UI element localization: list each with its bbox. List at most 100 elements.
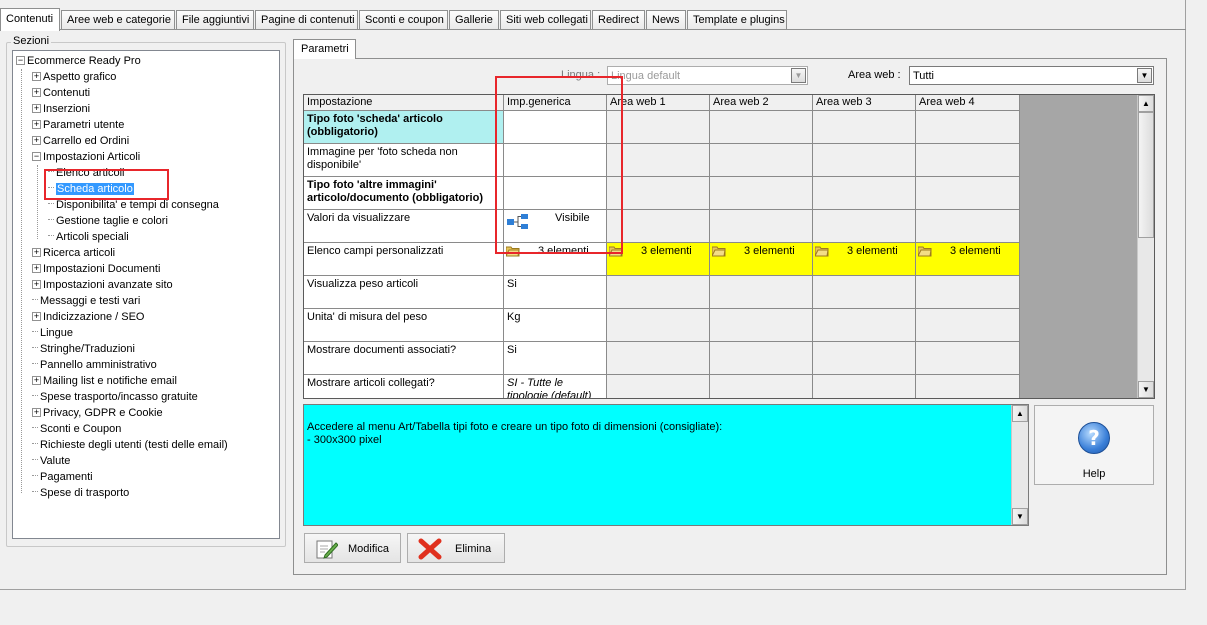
scroll-up-icon[interactable]: ▲ bbox=[1012, 405, 1028, 422]
column-header-impostazione[interactable]: Impostazione bbox=[304, 95, 504, 111]
grid-cell-area[interactable] bbox=[607, 375, 710, 398]
scroll-down-icon[interactable]: ▼ bbox=[1138, 381, 1154, 398]
expand-icon[interactable]: + bbox=[32, 264, 41, 273]
grid-cell-area[interactable] bbox=[916, 210, 1020, 243]
grid-row-name[interactable]: Mostrare documenti associati? bbox=[304, 342, 504, 375]
expand-icon[interactable]: + bbox=[32, 88, 41, 97]
tree-node-spese-trasporto[interactable]: Spese di trasporto bbox=[32, 486, 129, 502]
tree-node-ricerca-articoli[interactable]: + Ricerca articoli bbox=[32, 246, 115, 262]
tab-aree-web-e-categorie[interactable]: Aree web e categorie bbox=[61, 10, 175, 30]
grid-cell-area[interactable] bbox=[813, 375, 916, 398]
grid-cell-area[interactable]: 3 elementi bbox=[710, 243, 813, 276]
grid-cell-area[interactable]: 3 elementi bbox=[916, 243, 1020, 276]
tree-node-disponibilita[interactable]: Disponibilita' e tempi di consegna bbox=[48, 198, 219, 214]
tree-node-aspetto-grafico[interactable]: + Aspetto grafico bbox=[32, 70, 116, 86]
grid-row-name[interactable]: Valori da visualizzare bbox=[304, 210, 504, 243]
tab-siti-web-collegati[interactable]: Siti web collegati bbox=[500, 10, 591, 30]
tree-node-spese-gratuite[interactable]: Spese trasporto/incasso gratuite bbox=[32, 390, 198, 406]
expand-icon[interactable]: + bbox=[32, 376, 41, 385]
tree-node-pagamenti[interactable]: Pagamenti bbox=[32, 470, 93, 486]
grid-cell-area[interactable] bbox=[710, 177, 813, 210]
grid-cell-area[interactable] bbox=[710, 375, 813, 398]
grid-cell-area[interactable] bbox=[710, 144, 813, 177]
tree-node-articoli-speciali[interactable]: Articoli speciali bbox=[48, 230, 129, 246]
column-header-area-web-4[interactable]: Area web 4 bbox=[916, 95, 1020, 111]
grid-row-name[interactable]: Tipo foto 'altre immagini' articolo/docu… bbox=[304, 177, 504, 210]
sections-tree[interactable]: − Ecommerce Ready Pro + Aspetto grafico + C… bbox=[12, 50, 280, 539]
tree-node-impostazioni-avanzate[interactable]: + Impostazioni avanzate sito bbox=[32, 278, 173, 294]
grid-cell-area[interactable] bbox=[916, 309, 1020, 342]
tree-node-pannello[interactable]: Pannello amministrativo bbox=[32, 358, 157, 374]
tab-sconti-e-coupon[interactable]: Sconti e coupon bbox=[359, 10, 448, 30]
expand-icon[interactable]: + bbox=[32, 312, 41, 321]
tab-file-aggiuntivi[interactable]: File aggiuntivi bbox=[176, 10, 254, 30]
grid-cell-area[interactable] bbox=[607, 309, 710, 342]
chevron-down-icon[interactable]: ▼ bbox=[791, 68, 806, 83]
modifica-button[interactable]: Modifica bbox=[304, 533, 401, 563]
grid-row-name[interactable]: Visualizza peso articoli bbox=[304, 276, 504, 309]
grid-row-name[interactable]: Immagine per 'foto scheda non disponibil… bbox=[304, 144, 504, 177]
info-scrollbar[interactable]: ▲ ▼ bbox=[1011, 405, 1028, 525]
expand-icon[interactable]: + bbox=[32, 120, 41, 129]
lingua-select[interactable]: Lingua default ▼ bbox=[607, 66, 808, 85]
scroll-down-icon[interactable]: ▼ bbox=[1012, 508, 1028, 525]
tree-node-parametri-utente[interactable]: + Parametri utente bbox=[32, 118, 124, 134]
info-textbox[interactable]: Accedere al menu Art/Tabella tipi foto e… bbox=[303, 404, 1029, 526]
collapse-icon[interactable]: − bbox=[16, 56, 25, 65]
tree-node-privacy[interactable]: + Privacy, GDPR e Cookie bbox=[32, 406, 163, 422]
tree-node-lingue[interactable]: Lingue bbox=[32, 326, 73, 342]
tab-parametri[interactable]: Parametri bbox=[293, 39, 356, 59]
grid-cell-area[interactable] bbox=[710, 210, 813, 243]
expand-icon[interactable]: + bbox=[32, 104, 41, 113]
expand-icon[interactable]: + bbox=[32, 136, 41, 145]
expand-icon[interactable]: + bbox=[32, 248, 41, 257]
scroll-up-icon[interactable]: ▲ bbox=[1138, 95, 1154, 112]
grid-cell-generic[interactable]: SI - Tutte le tipologie (default) bbox=[504, 375, 607, 398]
column-header-area-web-3[interactable]: Area web 3 bbox=[813, 95, 916, 111]
grid-cell-area[interactable] bbox=[813, 111, 916, 144]
grid-cell-area[interactable]: 3 elementi bbox=[813, 243, 916, 276]
tree-node-impostazioni-articoli[interactable]: − Impostazioni Articoli bbox=[32, 150, 140, 166]
tree-node-messaggi[interactable]: Messaggi e testi vari bbox=[32, 294, 140, 310]
tree-node-indicizzazione[interactable]: + Indicizzazione / SEO bbox=[32, 310, 145, 326]
tab-template-e-plugins[interactable]: Template e plugins bbox=[687, 10, 787, 30]
tree-node-sconti-coupon[interactable]: Sconti e Coupon bbox=[32, 422, 121, 438]
grid-cell-area[interactable] bbox=[813, 177, 916, 210]
elimina-button[interactable]: Elimina bbox=[407, 533, 505, 563]
grid-row-name[interactable]: Mostrare articoli collegati? bbox=[304, 375, 504, 398]
grid-cell-area[interactable] bbox=[813, 210, 916, 243]
tree-node-gestione-taglie[interactable]: Gestione taglie e colori bbox=[48, 214, 168, 230]
tab-redirect[interactable]: Redirect bbox=[592, 10, 645, 30]
tab-news[interactable]: News bbox=[646, 10, 686, 30]
tree-node-mailing-list[interactable]: + Mailing list e notifiche email bbox=[32, 374, 177, 390]
help-button[interactable]: ? Help bbox=[1034, 405, 1154, 485]
grid-cell-area[interactable] bbox=[710, 111, 813, 144]
grid-cell-area[interactable] bbox=[607, 276, 710, 309]
grid-row-name[interactable]: Tipo foto 'scheda' articolo (obbligatori… bbox=[304, 111, 504, 144]
chevron-down-icon[interactable]: ▼ bbox=[1137, 68, 1152, 83]
grid-cell-generic[interactable]: Kg bbox=[504, 309, 607, 342]
grid-cell-area[interactable] bbox=[916, 375, 1020, 398]
area-web-select[interactable]: Tutti ▼ bbox=[909, 66, 1154, 85]
grid-cell-area[interactable] bbox=[916, 177, 1020, 210]
column-header-area-web-2[interactable]: Area web 2 bbox=[710, 95, 813, 111]
grid-cell-generic[interactable]: Si bbox=[504, 276, 607, 309]
expand-icon[interactable]: + bbox=[32, 72, 41, 81]
grid-cell-generic[interactable]: Si bbox=[504, 342, 607, 375]
grid-cell-area[interactable] bbox=[813, 276, 916, 309]
tree-node-contenuti[interactable]: + Contenuti bbox=[32, 86, 90, 102]
grid-row-name[interactable]: Unita' di misura del peso bbox=[304, 309, 504, 342]
tree-node-inserzioni[interactable]: + Inserzioni bbox=[32, 102, 90, 118]
grid-cell-area[interactable] bbox=[916, 144, 1020, 177]
tree-node-impostazioni-documenti[interactable]: + Impostazioni Documenti bbox=[32, 262, 160, 278]
tab-gallerie[interactable]: Gallerie bbox=[449, 10, 499, 30]
grid-cell-area[interactable] bbox=[710, 309, 813, 342]
grid-cell-area[interactable] bbox=[607, 342, 710, 375]
grid-cell-area[interactable] bbox=[916, 276, 1020, 309]
grid-cell-area[interactable] bbox=[710, 342, 813, 375]
scroll-thumb[interactable] bbox=[1138, 112, 1154, 238]
collapse-icon[interactable]: − bbox=[32, 152, 41, 161]
tab-pagine-di-contenuti[interactable]: Pagine di contenuti bbox=[255, 10, 358, 30]
grid-cell-area[interactable] bbox=[813, 144, 916, 177]
tab-contenuti[interactable]: Contenuti bbox=[0, 8, 60, 31]
